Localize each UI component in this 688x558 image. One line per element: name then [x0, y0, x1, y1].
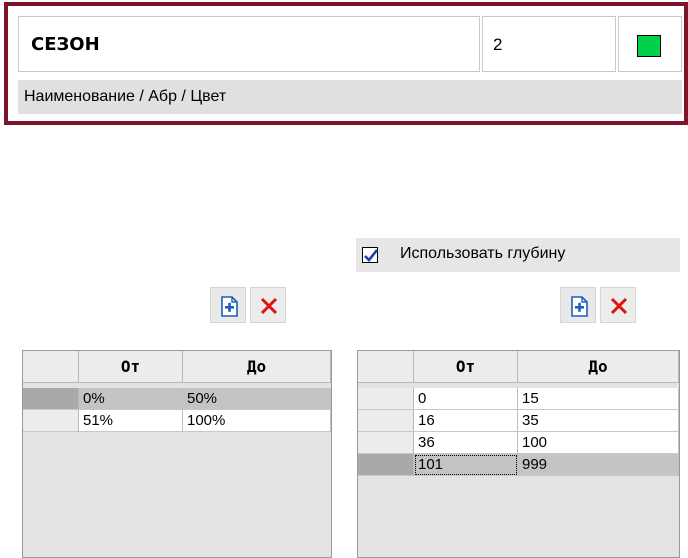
abbreviation-field[interactable]: 2: [482, 16, 616, 72]
table-cell-from[interactable]: 36: [414, 432, 518, 454]
add-row-button-right[interactable]: [560, 287, 596, 323]
color-picker[interactable]: [618, 16, 682, 72]
color-swatch: [637, 35, 661, 57]
table-cell-to[interactable]: 999: [518, 454, 679, 476]
table-cell-from[interactable]: 51%: [79, 410, 183, 432]
table-cell-from[interactable]: 16: [414, 410, 518, 432]
table-cell-from[interactable]: 0: [414, 388, 518, 410]
row-indicator[interactable]: [358, 410, 414, 432]
row-indicator-header: [358, 351, 414, 383]
add-document-icon: [571, 296, 588, 317]
table-cell-to[interactable]: 35: [518, 410, 679, 432]
table-cell-from[interactable]: 101: [414, 454, 518, 476]
depth-range-table[interactable]: От До 0 15 16 35 36 100 101 999: [357, 350, 680, 558]
checkmark-icon: [364, 249, 379, 262]
column-header-to[interactable]: До: [518, 351, 679, 383]
use-depth-label: Использовать глубину: [400, 245, 566, 262]
table-cell-to[interactable]: 100%: [183, 410, 331, 432]
delete-row-button-right[interactable]: [600, 287, 636, 323]
column-header-from[interactable]: От: [79, 351, 183, 383]
table-cell-to[interactable]: 15: [518, 388, 679, 410]
percent-range-table[interactable]: От До 0% 50% 51% 100%: [22, 350, 332, 558]
season-header-panel: СЕЗОН 2 Наименование / Абр / Цвет: [4, 2, 688, 125]
use-depth-checkbox-row[interactable]: Использовать глубину: [356, 238, 680, 272]
column-header-from[interactable]: От: [414, 351, 518, 383]
table-cell-to[interactable]: 100: [518, 432, 679, 454]
row-indicator[interactable]: [358, 432, 414, 454]
use-depth-checkbox[interactable]: [362, 247, 379, 263]
delete-row-button-left[interactable]: [250, 287, 286, 323]
row-indicator-header: [23, 351, 79, 383]
name-field[interactable]: СЕЗОН: [18, 16, 480, 72]
row-indicator[interactable]: [23, 388, 79, 410]
column-header-to[interactable]: До: [183, 351, 331, 383]
table-cell-to[interactable]: 50%: [183, 388, 331, 410]
fields-caption: Наименование / Абр / Цвет: [18, 80, 682, 114]
delete-x-icon: [260, 297, 278, 315]
add-row-button-left[interactable]: [210, 287, 246, 323]
table-cell-from[interactable]: 0%: [79, 388, 183, 410]
row-indicator[interactable]: [358, 454, 414, 476]
row-indicator[interactable]: [23, 410, 79, 432]
delete-x-icon: [610, 297, 628, 315]
row-indicator[interactable]: [358, 388, 414, 410]
add-document-icon: [221, 296, 238, 317]
